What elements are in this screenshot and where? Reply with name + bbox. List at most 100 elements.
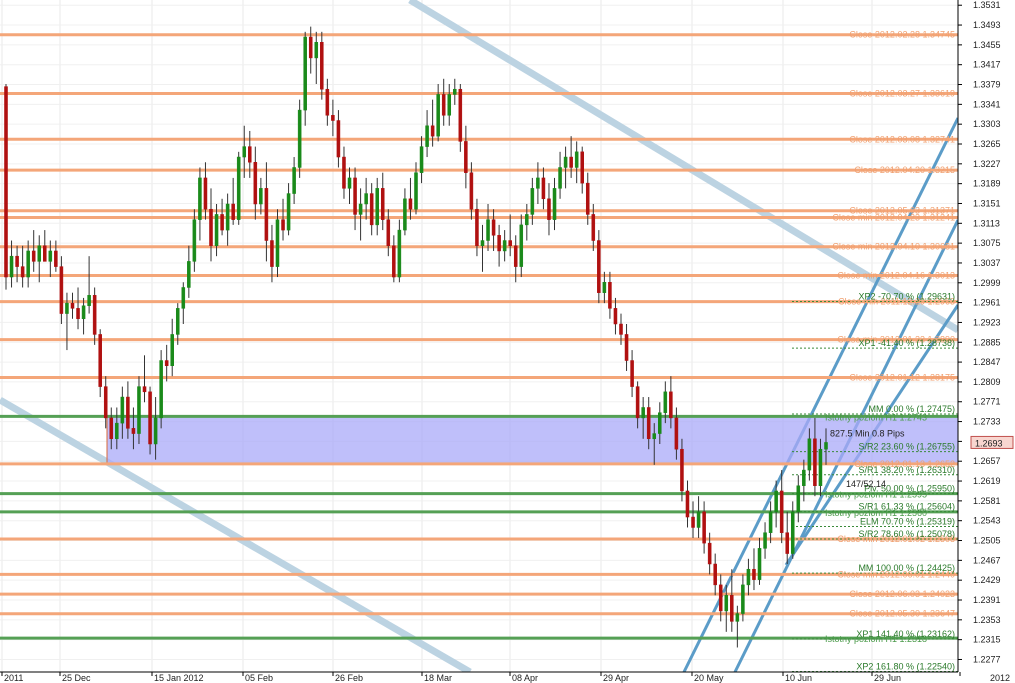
candle-body	[469, 172, 474, 210]
candle-body	[680, 448, 684, 492]
candle-body	[552, 188, 557, 220]
candle-body	[641, 407, 645, 419]
candle-body	[807, 438, 812, 471]
candle-body	[386, 219, 391, 246]
close-level-label-14: Close 2012.06.03 1.24023	[849, 589, 955, 599]
candle-body	[425, 125, 429, 147]
y-tick-label-23: 1.2657	[973, 456, 1001, 466]
candle-body	[4, 86, 8, 278]
candle-body	[818, 448, 823, 486]
candle-body	[347, 177, 352, 189]
candle-body	[175, 308, 180, 335]
candle-body	[308, 36, 313, 59]
candle-body	[525, 214, 529, 226]
candle-body	[569, 156, 573, 168]
candle-body	[342, 156, 346, 189]
candle-body	[624, 334, 629, 361]
candle-body	[530, 188, 535, 215]
candle-body	[669, 391, 673, 419]
y-tick-label-10: 1.3151	[973, 198, 1001, 208]
candle-body	[779, 490, 784, 533]
y-tick-label-15: 1.2961	[973, 298, 1001, 308]
candle-body	[403, 198, 407, 231]
candle-body	[225, 203, 230, 231]
y-tick-label-33: 1.2277	[973, 654, 1001, 664]
candle-body	[159, 360, 163, 419]
candle-body	[475, 208, 479, 246]
candle-body	[486, 219, 490, 241]
candle-body	[187, 261, 191, 288]
y-tick-label-4: 1.3379	[973, 80, 1001, 90]
range-box	[106, 415, 959, 465]
range-sublabel: 147/52.14	[846, 479, 886, 489]
candle-body	[153, 417, 158, 445]
close-level-label-0: Close 2012.02.28 1.34745	[849, 30, 955, 40]
y-tick-label-31: 1.2353	[973, 615, 1001, 625]
candle-body	[508, 240, 512, 246]
candle-body	[31, 250, 36, 262]
candle-body	[458, 88, 463, 142]
candle-body	[20, 266, 25, 278]
candle-body	[131, 428, 136, 434]
candle-body	[336, 120, 341, 158]
x-tick-label-2: 15 Jan 2012	[154, 673, 204, 683]
candle-body	[192, 219, 197, 262]
candle-body	[497, 235, 501, 252]
x-tick-label-3: 05 Feb	[245, 673, 273, 683]
forex-chart[interactable]: Close 2012.02.28 1.34745 Close 2012.03.27…	[0, 0, 1015, 683]
candle-body	[796, 485, 801, 513]
candle-body	[380, 188, 385, 220]
candle-body	[375, 188, 379, 226]
y-tick-label-29: 1.2429	[973, 575, 1001, 585]
candle-body	[70, 302, 75, 309]
candle-body	[15, 255, 19, 267]
y-tick-label-18: 1.2847	[973, 357, 1001, 367]
candle-body	[702, 511, 706, 544]
candle-body	[259, 188, 263, 205]
candle-body	[414, 172, 418, 210]
candle-body	[536, 177, 540, 189]
candle-body	[137, 386, 141, 434]
candle-body	[464, 141, 468, 173]
candle-body	[142, 386, 147, 393]
candle-body	[674, 417, 679, 450]
x-tick-label-1: 25 Dec	[62, 673, 91, 683]
candle-body	[608, 282, 612, 309]
y-tick-label-7: 1.3265	[973, 139, 1001, 149]
close-level-label-1: Close 2012.03.27 1.33619	[849, 88, 955, 98]
candle-body	[491, 219, 496, 236]
candle-body	[364, 193, 368, 205]
x-tick-label-11: 2012	[990, 673, 1010, 683]
candle-body	[281, 219, 285, 231]
y-tick-label-0: 1.3531	[973, 0, 1001, 10]
candle-body	[746, 568, 751, 586]
candle-body	[768, 511, 773, 533]
candle-body	[591, 214, 596, 241]
candle-body	[65, 302, 69, 314]
candle-body	[813, 438, 817, 486]
y-tick-label-16: 1.2923	[973, 317, 1001, 327]
candle-body	[718, 584, 723, 612]
y-tick-label-11: 1.3113	[973, 218, 1000, 228]
y-tick-label-21: 1.2733	[973, 417, 1001, 427]
candle-body	[774, 490, 778, 513]
candle-body	[369, 193, 374, 226]
candle-body	[115, 422, 119, 440]
candle-body	[713, 563, 717, 586]
x-tick-label-8: 20 May	[694, 673, 724, 683]
candle-body	[87, 295, 91, 306]
candle-body	[198, 177, 202, 220]
fib-level-label-7: ELM 70.70 % (1.25319)	[860, 516, 955, 526]
candle-body	[652, 433, 657, 440]
candle-body	[585, 182, 590, 215]
x-tick-label-6: 08 Apr	[512, 673, 538, 683]
candle-body	[9, 255, 14, 278]
candle-body	[646, 407, 651, 440]
candle-body	[763, 532, 767, 549]
candle-body	[275, 219, 280, 267]
candle-body	[148, 391, 152, 445]
candle-body	[98, 334, 102, 387]
candle-body	[37, 245, 42, 262]
candle-body	[292, 167, 296, 194]
candle-body	[513, 245, 518, 267]
